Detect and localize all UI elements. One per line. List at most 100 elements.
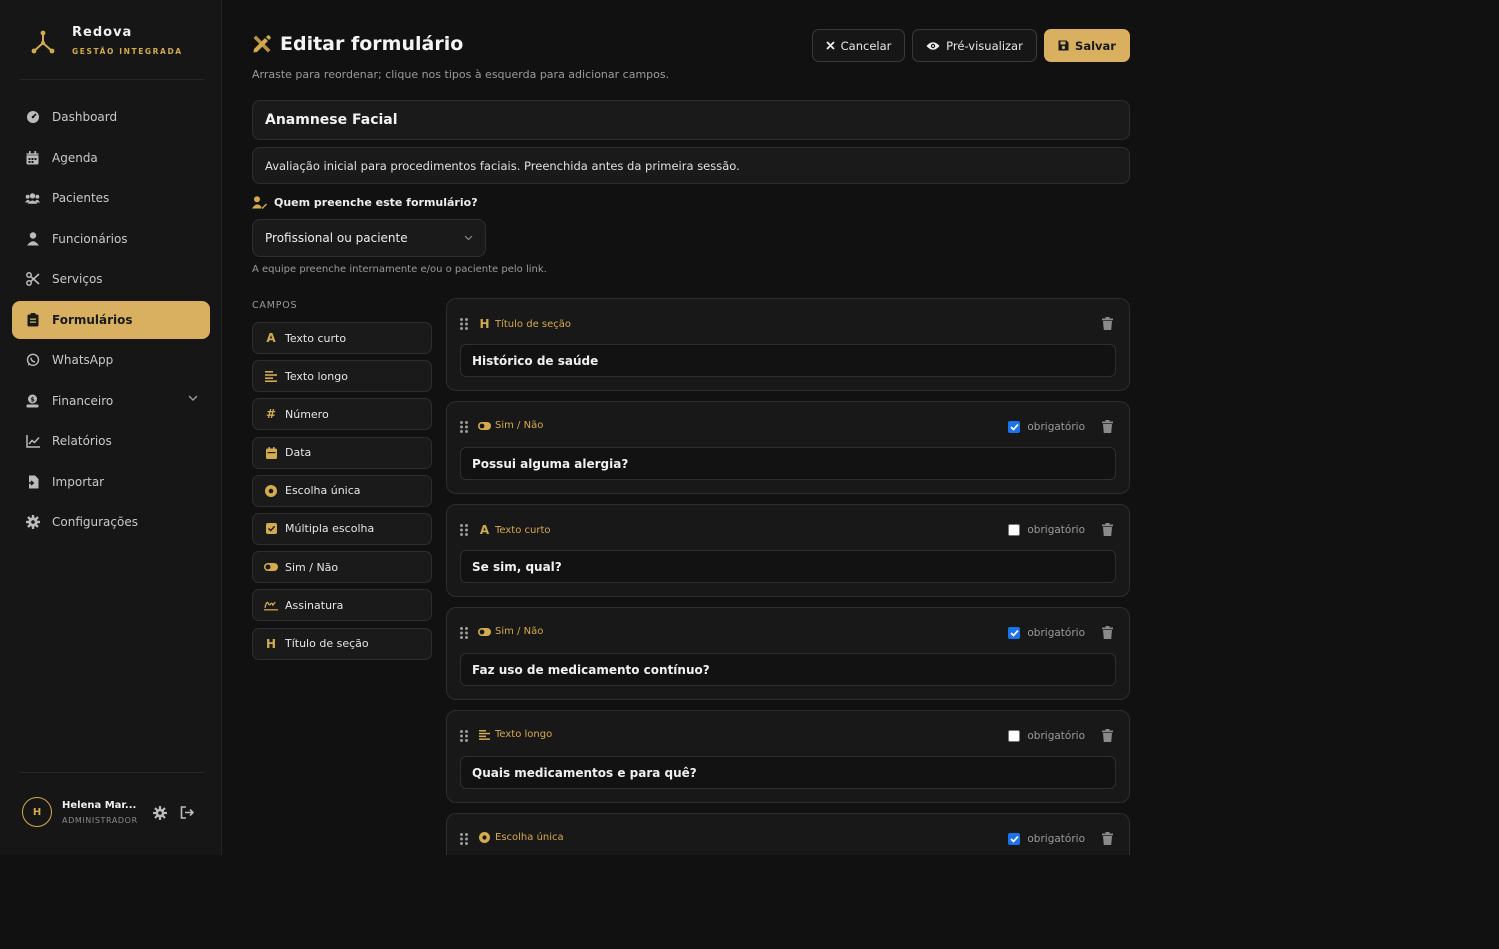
field-type-label: Sim / Não <box>495 626 544 637</box>
money-icon: $ <box>25 393 40 408</box>
sidebar-item-financeiro[interactable]: $ Financeiro <box>12 382 210 420</box>
sidebar-item-importar[interactable]: Importar <box>12 463 210 501</box>
close-icon <box>825 41 835 50</box>
drag-handle-icon[interactable] <box>460 421 468 433</box>
palette-item-numero[interactable]: # Número <box>252 398 432 431</box>
drag-handle-icon[interactable] <box>460 833 468 845</box>
who-fills-select[interactable]: Profissional ou paciente <box>252 219 486 257</box>
trash-icon[interactable] <box>1102 523 1113 536</box>
text-long-icon <box>264 369 278 383</box>
sidebar-item-dashboard[interactable]: Dashboard <box>12 98 210 136</box>
required-checkbox[interactable] <box>1008 421 1021 433</box>
required-checkbox[interactable] <box>1008 833 1021 845</box>
palette-item-label: Título de seção <box>285 637 369 650</box>
required-label: obrigatório <box>1027 524 1085 536</box>
sidebar-item-agenda[interactable]: Agenda <box>12 139 210 177</box>
required-toggle[interactable]: obrigatório <box>1008 421 1085 433</box>
sidebar-item-funcionarios[interactable]: Funcionários <box>12 220 210 258</box>
floppy-icon <box>1058 40 1069 51</box>
form-description-input[interactable]: Avaliação inicial para procedimentos fac… <box>252 147 1130 184</box>
logout-icon[interactable] <box>180 806 194 819</box>
palette-item-sim-nao[interactable]: Sim / Não <box>252 551 432 584</box>
field-type: Texto longo <box>478 729 552 740</box>
required-checkbox[interactable] <box>1008 730 1021 742</box>
required-toggle[interactable]: obrigatório <box>1008 524 1085 536</box>
required-checkbox[interactable] <box>1008 524 1021 536</box>
field-label-input[interactable]: Faz uso de medicamento contínuo? <box>460 653 1116 686</box>
user-name: Helena Mar... <box>62 800 137 811</box>
field-label-input[interactable]: Histórico de saúde <box>460 344 1116 377</box>
trash-icon[interactable] <box>1102 626 1113 639</box>
avatar[interactable]: H <box>22 797 52 827</box>
user-icon <box>25 231 40 246</box>
drag-handle-icon[interactable] <box>460 627 468 639</box>
brand-name: Redova <box>72 25 133 40</box>
field-list: H Título de seção obrigatório Histórico … <box>446 298 1130 855</box>
sidebar-item-label: Pacientes <box>52 191 110 205</box>
who-fills-help: A equipe preenche internamente e/ou o pa… <box>252 264 547 275</box>
sidebar-item-relatorios[interactable]: Relatórios <box>12 422 210 460</box>
palette-item-assinatura[interactable]: Assinatura <box>252 589 432 622</box>
form-field-card[interactable]: A Texto curto obrigatório Se sim, qual? <box>446 504 1130 597</box>
palette-item-label: Sim / Não <box>285 560 339 574</box>
user-edit-icon <box>252 196 267 209</box>
form-field-card[interactable]: Sim / Não obrigatório Possui alguma aler… <box>446 401 1130 494</box>
field-label-input[interactable]: Possui alguma alergia? <box>460 447 1116 480</box>
palette-item-multipla-escolha[interactable]: Múltipla escolha <box>252 512 432 545</box>
required-toggle[interactable]: obrigatório <box>1008 833 1085 845</box>
required-checkbox[interactable] <box>1008 627 1021 639</box>
sidebar: Redova GESTÃO INTEGRADA Dashboard Agenda… <box>0 0 222 855</box>
who-fills-text: Quem preenche este formulário? <box>274 196 478 209</box>
required-label: obrigatório <box>1027 627 1085 639</box>
users-icon <box>25 191 40 206</box>
sidebar-item-formularios[interactable]: Formulários <box>12 300 210 339</box>
sidebar-item-label: Agenda <box>52 150 98 165</box>
palette-item-label: Texto curto <box>285 331 347 345</box>
field-label-input[interactable]: Se sim, qual? <box>460 550 1116 583</box>
sidebar-item-configuracoes[interactable]: Configurações <box>12 503 210 541</box>
trash-icon[interactable] <box>1102 832 1113 845</box>
required-label: obrigatório <box>1027 833 1085 845</box>
form-field-card[interactable]: Sim / Não obrigatório Faz uso de medicam… <box>446 607 1130 700</box>
drag-handle-icon[interactable] <box>460 730 468 742</box>
palette-item-data[interactable]: Data <box>252 436 432 469</box>
form-name-input[interactable]: Anamnese Facial <box>252 100 1130 140</box>
sidebar-item-label: Financeiro <box>52 393 114 408</box>
trash-icon[interactable] <box>1102 420 1113 433</box>
sidebar-item-pacientes[interactable]: Pacientes <box>12 179 210 217</box>
palette-item-escolha-unica[interactable]: Escolha única <box>252 474 432 507</box>
required-toggle[interactable]: obrigatório <box>1008 627 1085 639</box>
trash-icon[interactable] <box>1102 317 1113 330</box>
palette-item-titulo-secao[interactable]: H Título de seção <box>252 627 432 660</box>
cancel-button[interactable]: Cancelar <box>812 29 905 62</box>
chart-icon <box>25 434 40 449</box>
chevron-down-icon[interactable] <box>188 395 198 401</box>
preview-button[interactable]: Pré-visualizar <box>912 29 1037 62</box>
field-label-input[interactable]: Quais medicamentos e para quê? <box>460 756 1116 789</box>
gear-icon <box>25 515 40 530</box>
field-type-label: Sim / Não <box>495 420 544 431</box>
required-toggle[interactable]: obrigatório <box>1008 730 1085 742</box>
sidebar-item-whatsapp[interactable]: WhatsApp <box>12 341 210 379</box>
field-type-icon: H <box>479 317 490 331</box>
calendar-icon <box>25 150 40 165</box>
sidebar-item-servicos[interactable]: Serviços <box>12 260 210 298</box>
checkbox-icon <box>264 522 278 536</box>
palette-item-texto-longo[interactable]: Texto longo <box>252 360 432 393</box>
brand[interactable]: Redova GESTÃO INTEGRADA <box>20 22 204 80</box>
whatsapp-icon <box>25 353 40 368</box>
page-header: Editar formulário <box>252 33 463 55</box>
form-field-card[interactable]: Texto longo obrigatório Quais medicament… <box>446 710 1130 803</box>
settings-icon[interactable] <box>153 806 167 820</box>
drag-handle-icon[interactable] <box>460 318 468 330</box>
drag-handle-icon[interactable] <box>460 524 468 536</box>
trash-icon[interactable] <box>1102 729 1113 742</box>
save-button[interactable]: Salvar <box>1044 29 1130 62</box>
form-field-card[interactable]: Escolha única obrigatório <box>446 813 1130 855</box>
palette-item-texto-curto[interactable]: A Texto curto <box>252 322 432 354</box>
field-type-label: Escolha única <box>495 832 564 843</box>
sidebar-item-label: Funcionários <box>52 231 128 246</box>
sidebar-item-label: Configurações <box>52 515 138 529</box>
import-icon <box>25 474 40 489</box>
form-field-card[interactable]: H Título de seção obrigatório Histórico … <box>446 298 1130 391</box>
